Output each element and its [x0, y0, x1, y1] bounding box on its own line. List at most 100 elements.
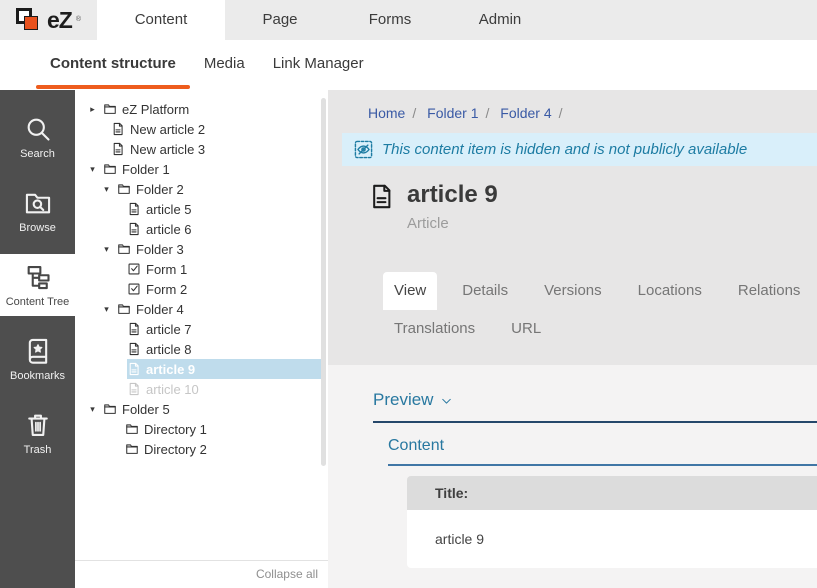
- breadcrumb-link[interactable]: Folder 4: [500, 105, 551, 121]
- sidebar: Search Browse Content Tree Bookmarks Tra…: [0, 90, 75, 588]
- folder-icon: [125, 422, 139, 436]
- sidebar-item[interactable]: Content Tree: [0, 254, 75, 316]
- sidebar-item[interactable]: Trash: [0, 402, 75, 464]
- breadcrumb-separator: /: [479, 105, 497, 121]
- browse-icon: [0, 189, 75, 217]
- collapse-all-button[interactable]: Collapse all: [75, 560, 328, 588]
- folder-icon: [125, 442, 139, 456]
- tree-item[interactable]: ▾ Folder 3: [75, 239, 328, 259]
- article-icon: [111, 122, 125, 136]
- tree-item[interactable]: article 6: [75, 219, 328, 239]
- tree-item-label: Form 1: [146, 262, 187, 277]
- chevron-down-icon: [440, 395, 453, 408]
- breadcrumb: Home/ Folder 1/ Folder 4/: [328, 90, 817, 133]
- tree-item-label: article 10: [146, 382, 199, 397]
- tree-item-label: Form 2: [146, 282, 187, 297]
- tree-item[interactable]: Form 1: [75, 259, 328, 279]
- logo-text: eZ: [47, 7, 72, 34]
- tree-item-label: Folder 3: [136, 242, 184, 257]
- tree-item[interactable]: Directory 1: [75, 419, 328, 439]
- expanded-arrow-icon[interactable]: ▾: [101, 184, 112, 195]
- tree-item[interactable]: New article 2: [75, 119, 328, 139]
- tree-item-label: Folder 1: [122, 162, 170, 177]
- content-tab[interactable]: Locations: [627, 272, 713, 310]
- tree-item[interactable]: article 10: [75, 379, 328, 399]
- tree-item[interactable]: ▾ Folder 5: [75, 399, 328, 419]
- folder-icon: [117, 182, 131, 196]
- tree-item-label: article 9: [146, 362, 195, 377]
- article-icon: [127, 342, 141, 356]
- tree-item-label: eZ Platform: [122, 102, 189, 117]
- article-icon: [127, 322, 141, 336]
- sidebar-item-label: Search: [0, 148, 75, 160]
- sub-nav-tab[interactable]: Content structure: [36, 40, 190, 90]
- breadcrumb-link[interactable]: Home: [368, 105, 405, 121]
- article-icon: [368, 181, 395, 232]
- article-icon: [127, 222, 141, 236]
- breadcrumb-separator: /: [552, 105, 570, 121]
- preview-divider: [373, 421, 817, 423]
- field-table: Title: article 9: [407, 476, 817, 568]
- content-tab[interactable]: Relations: [727, 272, 812, 310]
- field-value: article 9: [407, 510, 817, 568]
- form-icon: [127, 262, 141, 276]
- app-logo[interactable]: eZ ®: [0, 0, 97, 40]
- content-tab[interactable]: Translations: [383, 310, 486, 348]
- content-tab[interactable]: Details: [451, 272, 519, 310]
- hidden-eye-icon: [354, 140, 373, 159]
- content-tree-icon: [0, 263, 75, 291]
- sidebar-item[interactable]: Search: [0, 106, 75, 168]
- tree-item[interactable]: article 9: [75, 359, 328, 379]
- tree-item[interactable]: Form 2: [75, 279, 328, 299]
- search-icon: [0, 115, 75, 143]
- content-tab[interactable]: View: [383, 272, 437, 310]
- expanded-arrow-icon[interactable]: ▾: [101, 244, 112, 255]
- main-nav-tab[interactable]: Content: [97, 0, 225, 40]
- tree-item[interactable]: New article 3: [75, 139, 328, 159]
- trash-icon: [0, 411, 75, 439]
- tree-item[interactable]: Directory 2: [75, 439, 328, 459]
- tree-item[interactable]: ▾ Folder 1: [75, 159, 328, 179]
- content-tab[interactable]: Versions: [533, 272, 613, 310]
- top-bar: eZ ® Content Page Forms Admin: [0, 0, 817, 40]
- expanded-arrow-icon[interactable]: ▾: [87, 164, 98, 175]
- sub-nav-tab[interactable]: Link Manager: [259, 40, 378, 90]
- active-tab-underline: [36, 85, 190, 89]
- tree-item-label: Folder 5: [122, 402, 170, 417]
- content-tree-panel: ▸ eZ Platform New article 2: [75, 90, 328, 588]
- tree-item[interactable]: ▾ Folder 4: [75, 299, 328, 319]
- tree-item[interactable]: ▸ eZ Platform: [75, 99, 328, 119]
- breadcrumb-link[interactable]: Folder 1: [427, 105, 478, 121]
- sidebar-item-label: Content Tree: [0, 296, 75, 308]
- main-nav-tab[interactable]: Forms: [335, 0, 445, 40]
- tree-item[interactable]: article 5: [75, 199, 328, 219]
- collapsed-arrow-icon[interactable]: ▸: [87, 104, 98, 115]
- notice-text: This content item is hidden and is not p…: [382, 141, 747, 158]
- sidebar-item-label: Bookmarks: [0, 370, 75, 382]
- sidebar-item[interactable]: Browse: [0, 180, 75, 242]
- expanded-arrow-icon[interactable]: ▾: [101, 304, 112, 315]
- sidebar-item[interactable]: Bookmarks: [0, 328, 75, 390]
- hidden-content-notice: This content item is hidden and is not p…: [342, 133, 817, 166]
- folder-icon: [117, 242, 131, 256]
- tree-scrollbar[interactable]: [321, 98, 326, 466]
- registered-mark: ®: [76, 15, 81, 25]
- tree-item[interactable]: article 7: [75, 319, 328, 339]
- folder-icon: [117, 302, 131, 316]
- expanded-arrow-icon[interactable]: ▾: [87, 404, 98, 415]
- folder-icon: [103, 102, 117, 116]
- tree-item-label: Directory 1: [144, 422, 207, 437]
- tree-item-label: New article 2: [130, 122, 205, 137]
- sub-nav-tab[interactable]: Media: [190, 40, 259, 90]
- tree-item-label: Folder 4: [136, 302, 184, 317]
- tree-item-label: article 8: [146, 342, 192, 357]
- tree-item[interactable]: article 8: [75, 339, 328, 359]
- article-icon: [127, 382, 141, 396]
- main-nav-tab[interactable]: Page: [225, 0, 335, 40]
- content-tab[interactable]: URL: [500, 310, 552, 348]
- main-nav-tab[interactable]: Admin: [445, 0, 555, 40]
- preview-section-toggle[interactable]: Preview: [373, 390, 817, 410]
- content-section: Content Title: article 9: [388, 437, 817, 568]
- breadcrumb-separator: /: [405, 105, 423, 121]
- tree-item[interactable]: ▾ Folder 2: [75, 179, 328, 199]
